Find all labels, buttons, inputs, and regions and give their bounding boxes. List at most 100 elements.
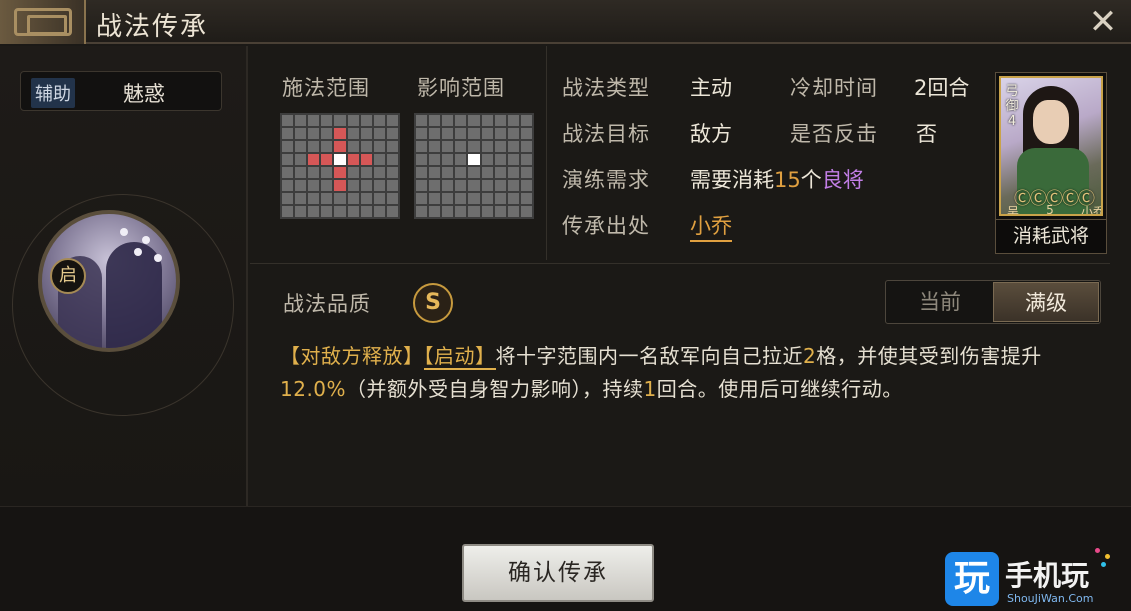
window-title: 战法传承 (96, 12, 209, 42)
grid-cell (347, 206, 359, 217)
grid-cell (520, 180, 532, 191)
source-hero-link[interactable]: 小乔 (690, 214, 732, 242)
desc-text-4: 回合。使用后可继续行动。 (656, 377, 903, 401)
grid-cell (347, 128, 359, 139)
grid-cell (507, 180, 519, 191)
grid-cell (295, 180, 307, 191)
grid-cell (347, 115, 359, 126)
grid-cell (282, 154, 294, 165)
confirm-inherit-button[interactable]: 确认传承 (462, 544, 654, 602)
practice-label: 演练需求 (562, 168, 650, 192)
grid-cell (507, 141, 519, 152)
grid-cell (347, 180, 359, 191)
grid-cell (334, 193, 346, 204)
category-badge: 辅助 (31, 78, 75, 108)
desc-tag-trigger[interactable]: 【启动】 (423, 344, 496, 370)
grid-cell (481, 141, 493, 152)
grid-cell (295, 206, 307, 217)
level-current-tab[interactable]: 当前 (887, 282, 993, 322)
desc-text-3: （并额外受自身智力影响），持续 (346, 377, 644, 401)
grid-cell (360, 167, 372, 178)
grid-cell-active (334, 167, 346, 178)
grid-cell (429, 154, 441, 165)
hero-portrait: 弓御4 ⒸⒸⒸⒸⒸ 吴 5 小乔 (999, 76, 1103, 216)
grid-cell (455, 180, 467, 191)
title-bar: 战法传承 ✕ (0, 0, 1131, 44)
hero-card[interactable]: 弓御4 ⒸⒸⒸⒸⒸ 吴 5 小乔 消耗武将 (995, 72, 1107, 254)
skill-type-badge: 启 (50, 258, 86, 294)
grid-cell (347, 141, 359, 152)
grid-cell (468, 193, 480, 204)
grid-cell (494, 115, 506, 126)
grid-cell (442, 167, 454, 178)
grid-cell (429, 128, 441, 139)
quality-grade-badge: S (413, 283, 453, 323)
grid-cell (416, 206, 428, 217)
grid-cell (321, 180, 333, 191)
grid-cell (360, 128, 372, 139)
grid-cell (373, 154, 385, 165)
grid-cell (455, 141, 467, 152)
grid-cell (442, 128, 454, 139)
grid-cell (386, 193, 398, 204)
grid-cell (373, 167, 385, 178)
grid-cell (334, 115, 346, 126)
grid-cell (442, 206, 454, 217)
grid-cell (507, 115, 519, 126)
desc-tag-target: 【对敌方释放】 (280, 344, 424, 368)
level-max-tab[interactable]: 满级 (993, 282, 1099, 322)
grid-cell (386, 115, 398, 126)
grid-cell (468, 180, 480, 191)
grid-cell (507, 128, 519, 139)
grid-cell (520, 167, 532, 178)
desc-number-3: 1 (643, 377, 657, 401)
hero-cost: 5 (1046, 203, 1054, 216)
grid-cell (373, 180, 385, 191)
grid-cell (468, 115, 480, 126)
skill-name-plate: 辅助 魅惑 (20, 71, 222, 111)
grid-cell (494, 193, 506, 204)
grid-cell (507, 154, 519, 165)
watermark-logo-icon: 玩 (945, 552, 999, 606)
grid-cell (308, 193, 320, 204)
skill-type-label: 战法类型 (562, 76, 650, 100)
grid-cell (468, 206, 480, 217)
cast-range-grid (280, 113, 400, 219)
cooldown-value: 2回合 (914, 76, 970, 100)
grid-cell-active (334, 180, 346, 191)
grid-cell (282, 206, 294, 217)
grid-cell (520, 206, 532, 217)
counter-value: 否 (916, 122, 937, 146)
grid-cell-active (334, 128, 346, 139)
grid-cell (295, 167, 307, 178)
grid-cell (334, 206, 346, 217)
title-ornament-icon (0, 0, 86, 44)
grid-cell (416, 115, 428, 126)
grid-cell-active (347, 154, 359, 165)
grid-cell (347, 167, 359, 178)
grid-cell (295, 141, 307, 152)
grid-cell (282, 128, 294, 139)
grid-cell (455, 154, 467, 165)
grid-cell (308, 141, 320, 152)
hero-name: 小乔 (1080, 205, 1103, 216)
watermark: 玩 手机玩 ShouJiWan.Com (945, 548, 1125, 608)
grid-cell (468, 128, 480, 139)
grid-cell (295, 115, 307, 126)
grid-cell (282, 115, 294, 126)
close-button[interactable]: ✕ (1085, 4, 1121, 40)
grid-cell (481, 193, 493, 204)
grid-cell (429, 206, 441, 217)
grid-cell (455, 115, 467, 126)
grid-cell (321, 193, 333, 204)
grid-cell (442, 141, 454, 152)
desc-text-2: 格，并使其受到伤害提升 (816, 344, 1042, 368)
grid-cell (481, 167, 493, 178)
cast-range-label: 施法范围 (282, 76, 370, 100)
grid-cell (442, 180, 454, 191)
grid-cell (373, 193, 385, 204)
grid-cell (520, 154, 532, 165)
grid-cell (308, 180, 320, 191)
grid-cell (455, 167, 467, 178)
grid-cell (347, 193, 359, 204)
